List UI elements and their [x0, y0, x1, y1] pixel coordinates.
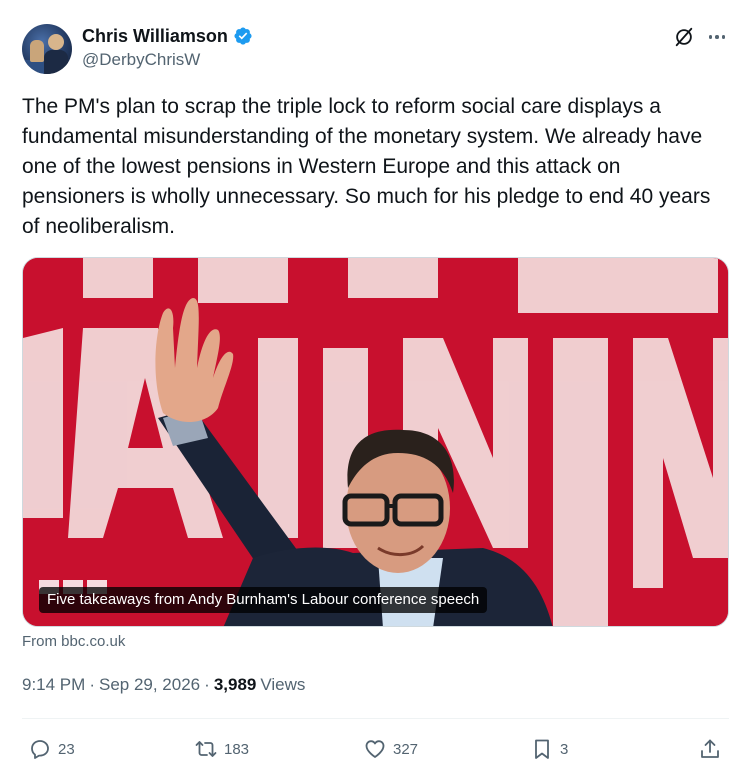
tweet-time[interactable]: 9:14 PM — [22, 675, 85, 695]
tweet-date[interactable]: Sep 29, 2026 — [99, 675, 200, 695]
meta-separator: · — [89, 675, 95, 694]
repost-button[interactable]: 183 — [194, 736, 249, 762]
bookmark-icon — [535, 739, 549, 759]
views-label: Views — [260, 675, 306, 694]
meta-separator: · — [204, 675, 210, 694]
share-button[interactable] — [698, 736, 722, 762]
bookmark-count: 3 — [560, 740, 569, 758]
more-options-icon[interactable] — [706, 26, 728, 48]
reply-icon — [31, 740, 49, 759]
reply-button[interactable]: 23 — [28, 736, 75, 762]
tweet-meta: 9:14 PM · Sep 29, 2026 · 3,989 Views — [22, 675, 305, 695]
author-handle[interactable]: @DerbyChrisW — [82, 50, 200, 70]
like-count: 327 — [393, 740, 419, 758]
display-name[interactable]: Chris Williamson — [82, 26, 228, 47]
card-source[interactable]: From bbc.co.uk — [22, 633, 125, 650]
heart-icon — [365, 740, 385, 758]
tweet-text: The PM's plan to scrap the triple lock t… — [22, 95, 711, 238]
repost-icon — [195, 741, 217, 757]
card-caption[interactable]: Five takeaways from Andy Burnham's Labou… — [39, 587, 488, 613]
views-count: 3,989 — [213, 675, 257, 694]
grok-icon[interactable] — [673, 26, 695, 48]
tweet-card: Chris Williamson @DerbyChrisW The PM's p… — [0, 0, 750, 780]
author-name-row: Chris Williamson — [82, 24, 253, 48]
link-card[interactable]: Five takeaways from Andy Burnham's Labou… — [22, 257, 729, 627]
card-photo — [23, 258, 728, 626]
divider — [22, 718, 729, 719]
verified-badge-icon — [234, 27, 252, 45]
avatar[interactable] — [22, 24, 72, 74]
reply-count: 23 — [58, 740, 75, 758]
share-icon — [701, 739, 719, 758]
like-button[interactable]: 327 — [363, 736, 418, 762]
repost-count: 183 — [224, 740, 250, 758]
bookmark-button[interactable]: 3 — [530, 736, 568, 762]
